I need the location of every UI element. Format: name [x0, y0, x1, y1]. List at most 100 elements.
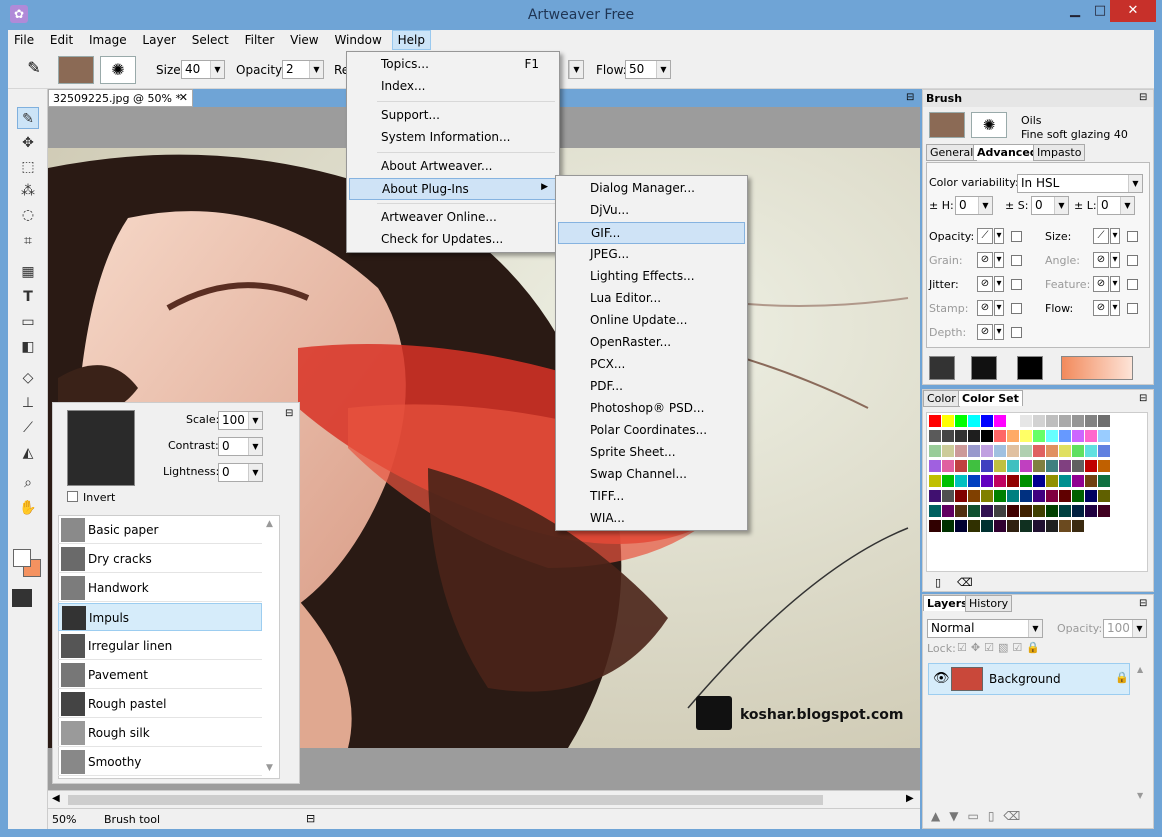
color-swatch[interactable]	[929, 505, 941, 517]
color-swatch[interactable]	[1046, 490, 1058, 502]
zoom-icon[interactable]: ⌕	[17, 472, 39, 494]
layers-scroll-up-icon[interactable]: ▲	[1137, 665, 1143, 674]
color-swatch[interactable]	[955, 505, 967, 517]
size-combo[interactable]: 40 ▼	[181, 60, 225, 79]
color-swatch[interactable]	[942, 460, 954, 472]
color-swatch[interactable]	[1059, 490, 1071, 502]
color-swatch[interactable]	[1020, 475, 1032, 487]
color-swatch[interactable]	[1085, 505, 1097, 517]
eraser-icon[interactable]: ◇	[17, 367, 39, 389]
visibility-eye-icon[interactable]: 👁	[933, 671, 950, 686]
menu-item-plugin[interactable]: PDF...	[558, 376, 745, 398]
color-swatch[interactable]	[1072, 475, 1084, 487]
magic-wand-icon[interactable]: ⁂	[17, 180, 39, 202]
color-swatch[interactable]	[929, 430, 941, 442]
color-swatch[interactable]	[955, 460, 967, 472]
layer-row[interactable]: 👁 Background 🔒	[928, 663, 1130, 695]
lightness-field[interactable]: 0 ▼	[218, 463, 263, 482]
crop-icon[interactable]: ⌗	[17, 230, 39, 252]
color-swatch[interactable]	[994, 520, 1006, 532]
color-swatch[interactable]	[1072, 415, 1084, 427]
color-swatch[interactable]	[994, 430, 1006, 442]
text-icon[interactable]: T	[17, 286, 39, 308]
color-swatch[interactable]	[981, 520, 993, 532]
color-swatch[interactable]	[981, 475, 993, 487]
color-swatch[interactable]	[994, 445, 1006, 457]
menu-window[interactable]: Window	[328, 30, 387, 50]
feature-expression-icon[interactable]: ⊘	[1093, 276, 1109, 292]
tab-history[interactable]: History	[965, 595, 1013, 612]
color-swatch[interactable]	[942, 490, 954, 502]
hue-field[interactable]: 0 ▼	[955, 196, 993, 215]
texture-item[interactable]: Irregular linen	[58, 632, 262, 660]
status-menu-icon[interactable]: ⊟	[306, 812, 315, 825]
menu-item-plugin[interactable]: Lighting Effects...	[558, 266, 745, 288]
layers-panel-menu-icon[interactable]: ⊟	[1139, 598, 1147, 609]
grain-expression-icon[interactable]: ⊘	[977, 252, 993, 268]
color-swatch[interactable]	[1046, 520, 1058, 532]
color-swatch[interactable]	[1033, 445, 1045, 457]
color-swatch[interactable]	[1098, 475, 1110, 487]
chevron-down-icon[interactable]: ▾	[994, 300, 1004, 316]
color-swatch[interactable]	[981, 445, 993, 457]
menu-item-plugin[interactable]: PCX...	[558, 354, 745, 376]
color-swatch[interactable]	[1085, 445, 1097, 457]
color-swatch[interactable]	[994, 505, 1006, 517]
color-swatch[interactable]	[929, 415, 941, 427]
texture-list-scroll-down-icon[interactable]: ▼	[266, 763, 273, 773]
texture-item[interactable]: Handwork	[58, 574, 262, 602]
color-swatch[interactable]	[955, 430, 967, 442]
menu-select[interactable]: Select	[186, 30, 235, 50]
menu-item-plugin[interactable]: OpenRaster...	[558, 332, 745, 354]
menu-item-plugin[interactable]: TIFF...	[558, 486, 745, 508]
color-variability-select[interactable]: In HSL ▼	[1017, 174, 1143, 193]
color-swatch[interactable]	[981, 460, 993, 472]
menu-edit[interactable]: Edit	[44, 30, 79, 50]
menu-filter[interactable]: Filter	[239, 30, 281, 50]
stamp-expression-icon[interactable]: ⊘	[977, 300, 993, 316]
chevron-down-icon[interactable]: ▾	[994, 228, 1004, 244]
color-swatch[interactable]	[929, 460, 941, 472]
tab-impasto[interactable]: Impasto	[1033, 144, 1086, 161]
document-menu-icon[interactable]: ⊟	[906, 92, 914, 103]
color-swatch[interactable]	[994, 460, 1006, 472]
menu-item-plugin[interactable]: Swap Channel...	[558, 464, 745, 486]
menu-item-support[interactable]: Support...	[349, 105, 557, 127]
flow-expression-icon[interactable]: ⊘	[1093, 300, 1109, 316]
close-icon[interactable]: ✕	[1110, 0, 1156, 22]
lock-icons[interactable]: ☑✥☑▧☑🔒	[957, 641, 1044, 654]
color-swatch[interactable]	[1072, 490, 1084, 502]
brush-variant-button[interactable]: ✺	[971, 112, 1007, 138]
color-swatch[interactable]	[1072, 520, 1084, 532]
blend-mode-select[interactable]: Normal ▼	[927, 619, 1043, 638]
color-swatch[interactable]	[1059, 520, 1071, 532]
eyedropper-icon[interactable]: ⟋	[17, 417, 39, 439]
menu-layer[interactable]: Layer	[136, 30, 181, 50]
color-swatch[interactable]	[1059, 475, 1071, 487]
color-swatch[interactable]	[1059, 430, 1071, 442]
menu-item-plugin[interactable]: Online Update...	[558, 310, 745, 332]
color-swatch[interactable]	[929, 475, 941, 487]
scroll-right-icon[interactable]: ▶	[906, 793, 914, 804]
menu-item-plugin[interactable]: Photoshop® PSD...	[558, 398, 745, 420]
color-swatch[interactable]	[1007, 460, 1019, 472]
size-expression-icon[interactable]: ⟋	[1093, 228, 1109, 244]
menu-image[interactable]: Image	[83, 30, 133, 50]
chevron-down-icon[interactable]: ▾	[994, 324, 1004, 340]
color-panel-menu-icon[interactable]: ⊟	[1139, 393, 1147, 404]
menu-item-artweaver-online[interactable]: Artweaver Online...	[349, 207, 557, 229]
color-swatch[interactable]	[1098, 490, 1110, 502]
texture-list-scroll-up-icon[interactable]: ▲	[266, 519, 273, 529]
color-swatch[interactable]	[968, 460, 980, 472]
color-swatch[interactable]	[1033, 520, 1045, 532]
color-swatch[interactable]	[1046, 415, 1058, 427]
color-swatch[interactable]	[955, 415, 967, 427]
color-swatch[interactable]	[1033, 460, 1045, 472]
panel-menu-icon[interactable]: ⊟	[285, 408, 293, 419]
color-swatch[interactable]	[981, 505, 993, 517]
color-swatch[interactable]	[1059, 505, 1071, 517]
invert-checkbox[interactable]	[67, 491, 78, 502]
color-swatch[interactable]	[1007, 475, 1019, 487]
color-swatch[interactable]	[1020, 460, 1032, 472]
brush-category-button[interactable]	[58, 56, 94, 84]
